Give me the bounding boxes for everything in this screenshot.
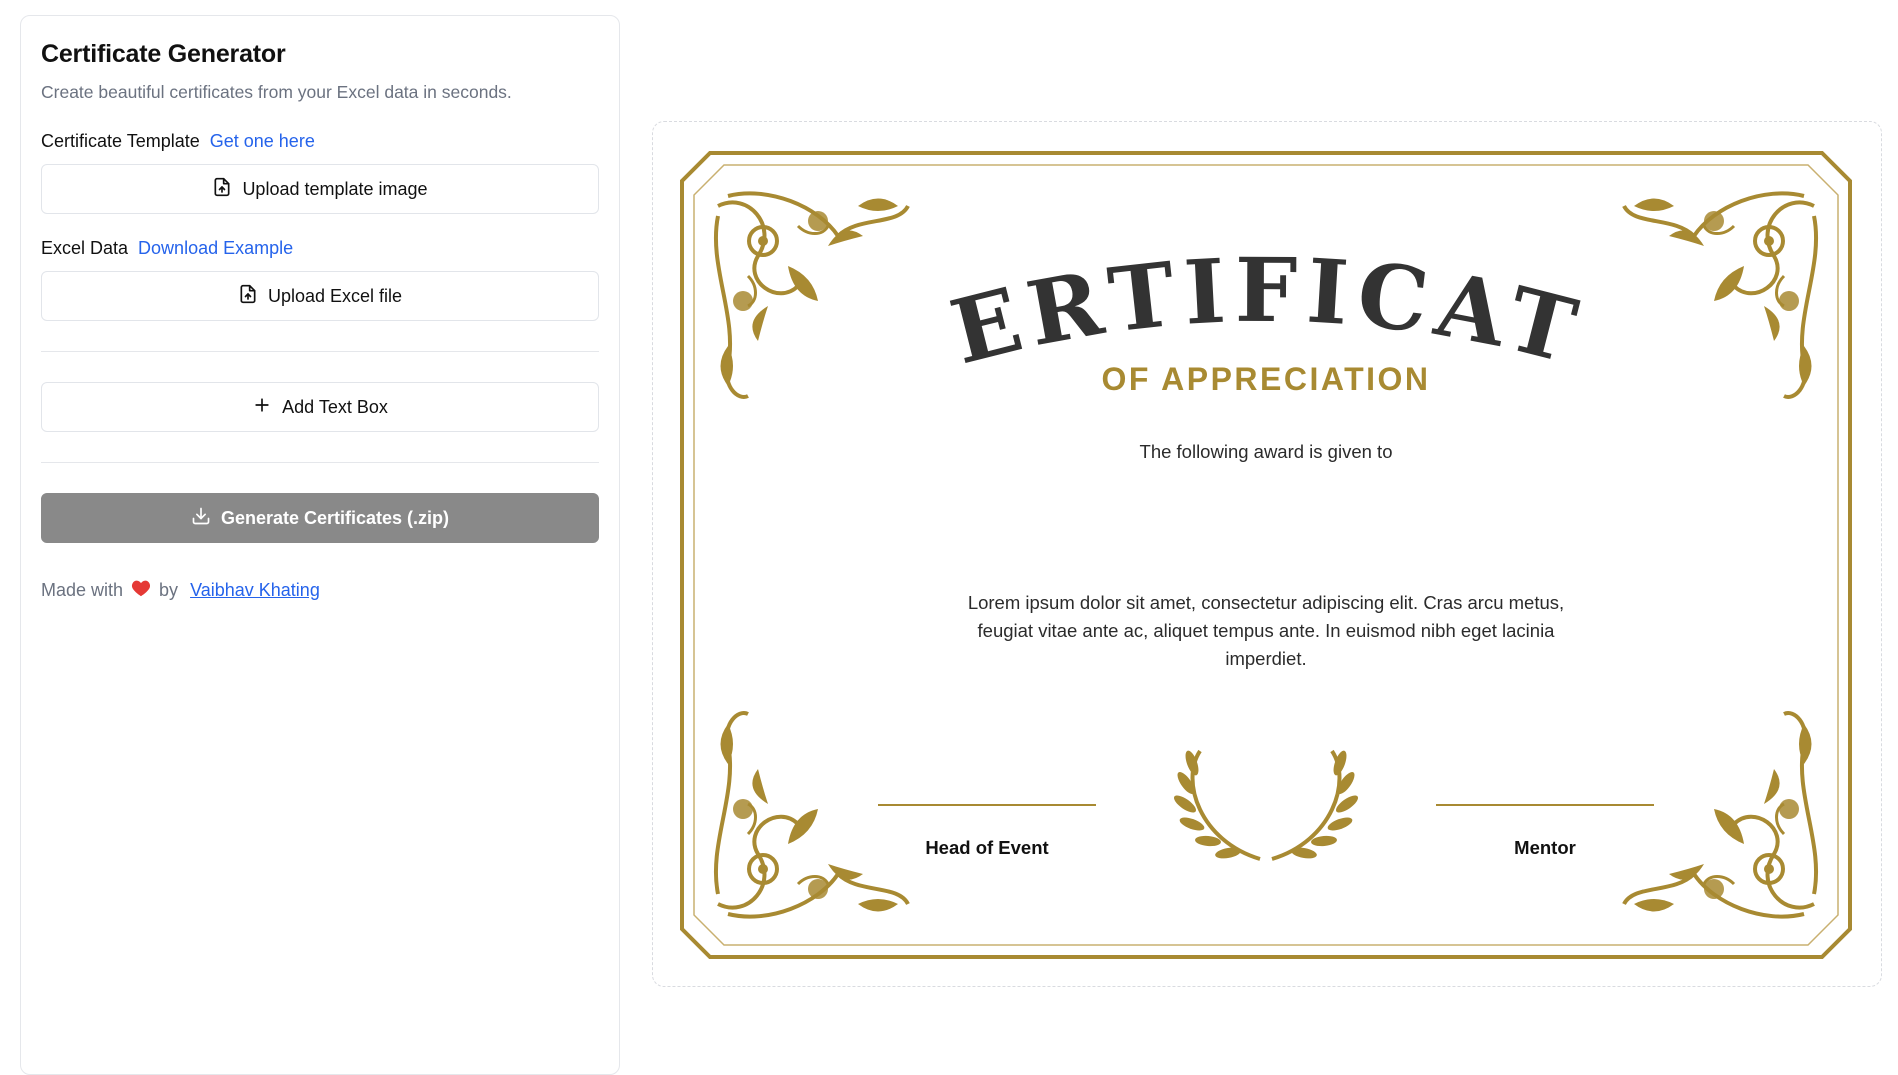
signature-left-label: Head of Event [925,837,1049,858]
signature-right-label: Mentor [1514,837,1576,858]
app-subtitle: Create beautiful certificates from your … [41,82,512,102]
excel-label-row: Excel Data Download Example [41,238,599,259]
plus-icon [252,395,272,420]
author-link[interactable]: Vaibhav Khating [190,580,320,601]
upload-template-label: Upload template image [242,178,428,199]
made-with-text: Made with [41,580,124,600]
app-title: Certificate Generator [41,40,286,68]
by-text: by [159,580,179,600]
download-example-link[interactable]: Download Example [138,238,293,259]
certificate-subtitle: OF APPRECIATION [1101,361,1431,397]
excel-label: Excel Data [41,238,129,258]
certificate-body: Lorem ipsum dolor sit amet, consectetur … [967,592,1565,669]
add-text-box-button[interactable]: Add Text Box [41,382,599,432]
file-upload-icon [238,284,258,309]
generate-certificates-label: Generate Certificates (.zip) [220,507,450,528]
upload-template-button[interactable]: Upload template image [41,164,599,214]
upload-excel-button[interactable]: Upload Excel file [41,271,599,321]
template-label-row: Certificate Template Get one here [41,131,599,152]
generate-certificates-button[interactable]: Generate Certificates (.zip) [41,493,599,543]
download-icon [191,506,211,531]
heart-icon [131,579,151,602]
template-label: Certificate Template [41,131,200,151]
add-text-box-label: Add Text Box [282,396,388,417]
certificate-template-image: CERTIFICATE O [680,151,1852,959]
get-template-link[interactable]: Get one here [210,131,315,152]
upload-excel-label: Upload Excel file [267,285,403,306]
divider [41,462,599,463]
divider [41,351,599,352]
sidebar-panel: Certificate Generator Create beautiful c… [20,15,620,1075]
certificate-given-to: The following award is given to [1139,441,1393,462]
footer: Made with by Vaibhav Khating [41,579,599,602]
certificate-preview-area: CERTIFICATE O [652,121,1882,987]
file-upload-icon [212,177,232,202]
certificate-artwork: CERTIFICATE [680,151,1852,959]
